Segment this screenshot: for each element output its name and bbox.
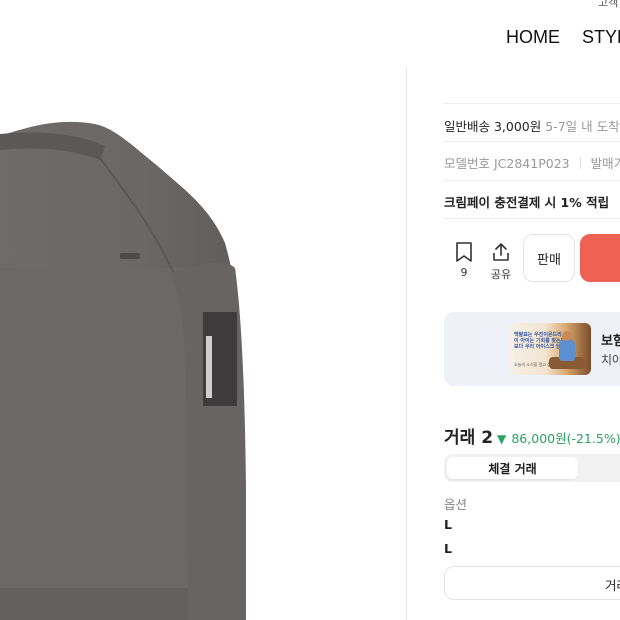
trade-title: 거래 2 — [444, 428, 494, 448]
model-row: 모델번호 JC2841P023 발매가 4 — [444, 153, 620, 172]
sweatshirt-image — [0, 121, 246, 620]
more-button-label: 거래 — [605, 578, 620, 593]
buy-button[interactable] — [580, 234, 620, 282]
vertical-divider — [406, 68, 407, 620]
price-change: 86,000원(-21.5%) — [511, 431, 620, 446]
model-number: 모델번호 JC2841P023 — [444, 156, 570, 171]
kreampay-promo: 크림페이 충전결제 시 1% 적립 — [444, 195, 610, 210]
main-nav: HOME STYLE — [506, 27, 620, 48]
bookmark-button[interactable]: 9 — [444, 242, 484, 279]
insurance-banner[interactable]: 백팔표는 우진이몬드리 이 아이는 기회를 찾는다 개 보다 우리 아이스크 담… — [444, 312, 620, 386]
price-down-icon: ▼ — [497, 432, 507, 446]
share-label: 공유 — [490, 268, 512, 281]
trade-row-option: L — [444, 517, 452, 532]
tab-concluded-trades[interactable]: 체결 거래 — [447, 457, 578, 479]
trade-row-option: L — [444, 541, 452, 556]
child-illustration — [559, 331, 575, 361]
bookmark-count: 9 — [460, 266, 468, 279]
shipping-label: 일반배송 3,000원 — [444, 119, 542, 134]
option-column-header: 옵션 — [444, 497, 468, 512]
banner-image: 백팔표는 우진이몬드리 이 아이는 기회를 찾는다 개 보다 우리 아이스크 담… — [509, 323, 591, 375]
share-button[interactable]: 공유 — [481, 242, 521, 282]
divider — [444, 103, 620, 104]
banner-subtitle: 치아 — [601, 353, 620, 367]
trade-header: 거래 2 ▼ 86,000원(-21.5%) — [444, 423, 620, 448]
top-utility-link[interactable]: 고객 — [598, 0, 618, 10]
separator — [579, 157, 581, 169]
nav-style[interactable]: STYLE — [582, 27, 620, 48]
sell-button[interactable]: 판매 — [523, 234, 575, 282]
product-image — [0, 68, 406, 620]
divider — [444, 141, 620, 142]
shipping-eta: 5-7일 내 도착 예정 — [545, 119, 620, 134]
divider — [444, 218, 620, 219]
banner-title: 보험 — [601, 334, 620, 349]
divider — [444, 180, 620, 181]
trade-tabs: 체결 거래 — [444, 454, 620, 482]
view-more-trades-button[interactable]: 거래 — [444, 566, 620, 600]
shipping-info: 일반배송 3,000원 5-7일 내 도착 예정 — [444, 116, 620, 135]
share-icon — [493, 243, 509, 261]
release-price: 발매가 4 — [590, 156, 620, 171]
bookmark-icon — [456, 242, 472, 262]
nav-home[interactable]: HOME — [506, 27, 560, 48]
